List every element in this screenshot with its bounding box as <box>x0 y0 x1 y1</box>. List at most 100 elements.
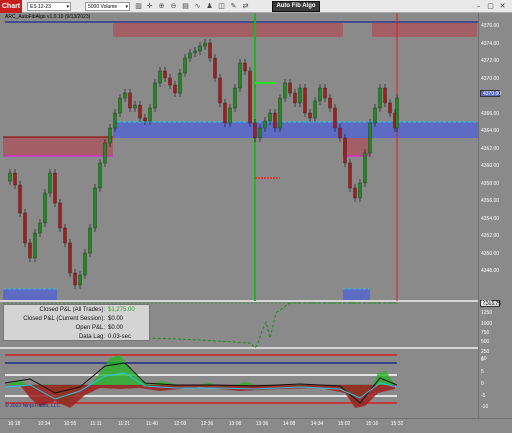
demand-zone <box>343 289 370 300</box>
price-chart-drawing <box>2 13 478 408</box>
time-label: 11:21 <box>117 421 131 427</box>
up-candle <box>373 107 377 124</box>
up-candle <box>368 122 372 154</box>
up-candle <box>198 45 202 52</box>
up-candle <box>318 87 322 102</box>
bar-chart-icon[interactable]: ▥ <box>134 2 143 11</box>
axis-label: 4352.00 <box>481 233 500 239</box>
down-candle <box>23 212 27 244</box>
down-candle <box>213 57 217 79</box>
axis-label: 10 <box>481 356 487 362</box>
up-candle <box>83 252 87 276</box>
down-candle <box>343 137 347 164</box>
maximize-icon[interactable]: ▢ <box>486 1 495 11</box>
up-candle <box>183 57 187 74</box>
axis-label: 4372.00 <box>481 58 500 64</box>
properties-icon[interactable]: ▤ <box>181 2 190 11</box>
demand-zone <box>113 122 478 138</box>
pnl-label: Closed P&L (Current Session): <box>23 316 105 322</box>
up-candle <box>178 72 182 94</box>
down-candle <box>28 242 32 259</box>
up-candle <box>238 62 242 89</box>
down-candle <box>288 82 292 94</box>
up-candle <box>298 87 302 104</box>
up-candle <box>203 42 207 47</box>
up-candle <box>38 222 42 234</box>
down-candle <box>253 122 257 139</box>
current-price-tag: 4370.00 <box>480 90 501 97</box>
down-candle <box>303 87 307 114</box>
indicators-icon[interactable]: ∿ <box>193 2 202 11</box>
auto-fib-algo-button[interactable]: Auto Fib Algo <box>272 1 320 12</box>
bar-type-label: 5000 Volume <box>88 4 118 10</box>
up-candle <box>228 107 232 124</box>
up-candle <box>133 104 137 109</box>
zoom-in-icon[interactable]: ⊕ <box>157 2 166 11</box>
down-candle <box>128 92 132 109</box>
axis-label: 1250 <box>481 310 493 316</box>
axis-label: 4358.00 <box>481 180 500 187</box>
axis-label: 0 <box>481 381 484 387</box>
time-label: 11:40 <box>145 421 159 427</box>
strategies-icon[interactable]: ♟ <box>205 2 214 11</box>
up-candle <box>278 97 282 129</box>
time-label: 10:55 <box>63 421 77 427</box>
bar-type-selector[interactable]: 5000 Volume ▾ <box>85 2 130 11</box>
chevron-down-icon: ▾ <box>66 4 69 10</box>
down-candle <box>243 62 247 72</box>
minimize-icon[interactable]: – <box>474 1 483 11</box>
zoom-out-icon[interactable]: ⊖ <box>169 2 178 11</box>
pencil-icon[interactable]: ✎ <box>229 2 238 11</box>
up-candle <box>268 112 272 122</box>
time-label: 10:18 <box>7 421 21 427</box>
chart-trader-icon[interactable]: ⇄ <box>241 2 250 11</box>
close-icon[interactable]: ✕ <box>498 1 507 11</box>
drawing-tools-icon[interactable]: ◫ <box>217 2 226 11</box>
down-candle <box>173 84 177 94</box>
time-label: 10:34 <box>37 421 51 427</box>
up-candle <box>258 127 262 139</box>
pnl-row-data-lag: Data Lag: 0.03-sec <box>4 333 149 341</box>
pnl-value: $0.00 <box>108 316 124 322</box>
down-candle <box>58 202 62 229</box>
time-label: 15:16 <box>365 421 379 427</box>
axis-label: 4370.00 <box>481 75 500 82</box>
axis-label: 4356.00 <box>481 198 500 204</box>
down-candle <box>18 184 22 214</box>
supply-zone <box>372 23 477 37</box>
up-candle <box>148 107 152 122</box>
axis-label: 4354.00 <box>481 215 500 222</box>
down-candle <box>333 107 337 129</box>
axis-label: 4374.00 <box>481 40 500 47</box>
axis-label: 4362.00 <box>481 145 500 152</box>
down-candle <box>353 187 357 199</box>
demand-zone <box>3 289 57 300</box>
axis-label: 250 <box>481 349 490 355</box>
pnl-label: Closed P&L (All Trades): <box>39 307 105 313</box>
up-candle <box>395 97 399 129</box>
down-candle <box>383 87 387 104</box>
instrument-selector[interactable]: ES 12-23 ▾ <box>27 2 71 11</box>
down-candle <box>248 70 252 124</box>
pnl-label: Data Lag: <box>78 334 105 340</box>
down-candle <box>143 117 147 122</box>
time-label: 13:36 <box>255 421 269 427</box>
candlesticks <box>8 39 399 289</box>
up-candle <box>283 82 287 99</box>
time-label: 15:32 <box>390 421 404 427</box>
up-candle <box>113 112 117 129</box>
crosshair-icon[interactable]: ✛ <box>145 2 154 11</box>
down-candle <box>328 97 332 109</box>
down-candle <box>293 92 297 104</box>
down-candle <box>348 162 352 189</box>
up-candle <box>43 192 47 224</box>
up-candle <box>263 120 267 129</box>
up-candle <box>123 92 127 99</box>
up-candle <box>233 87 237 109</box>
down-candle <box>63 227 67 244</box>
up-candle <box>33 232 37 259</box>
time-label: 14:34 <box>310 421 324 427</box>
up-candle <box>358 182 362 199</box>
down-candle <box>138 104 142 119</box>
chart-tab[interactable]: Chart <box>0 0 22 13</box>
